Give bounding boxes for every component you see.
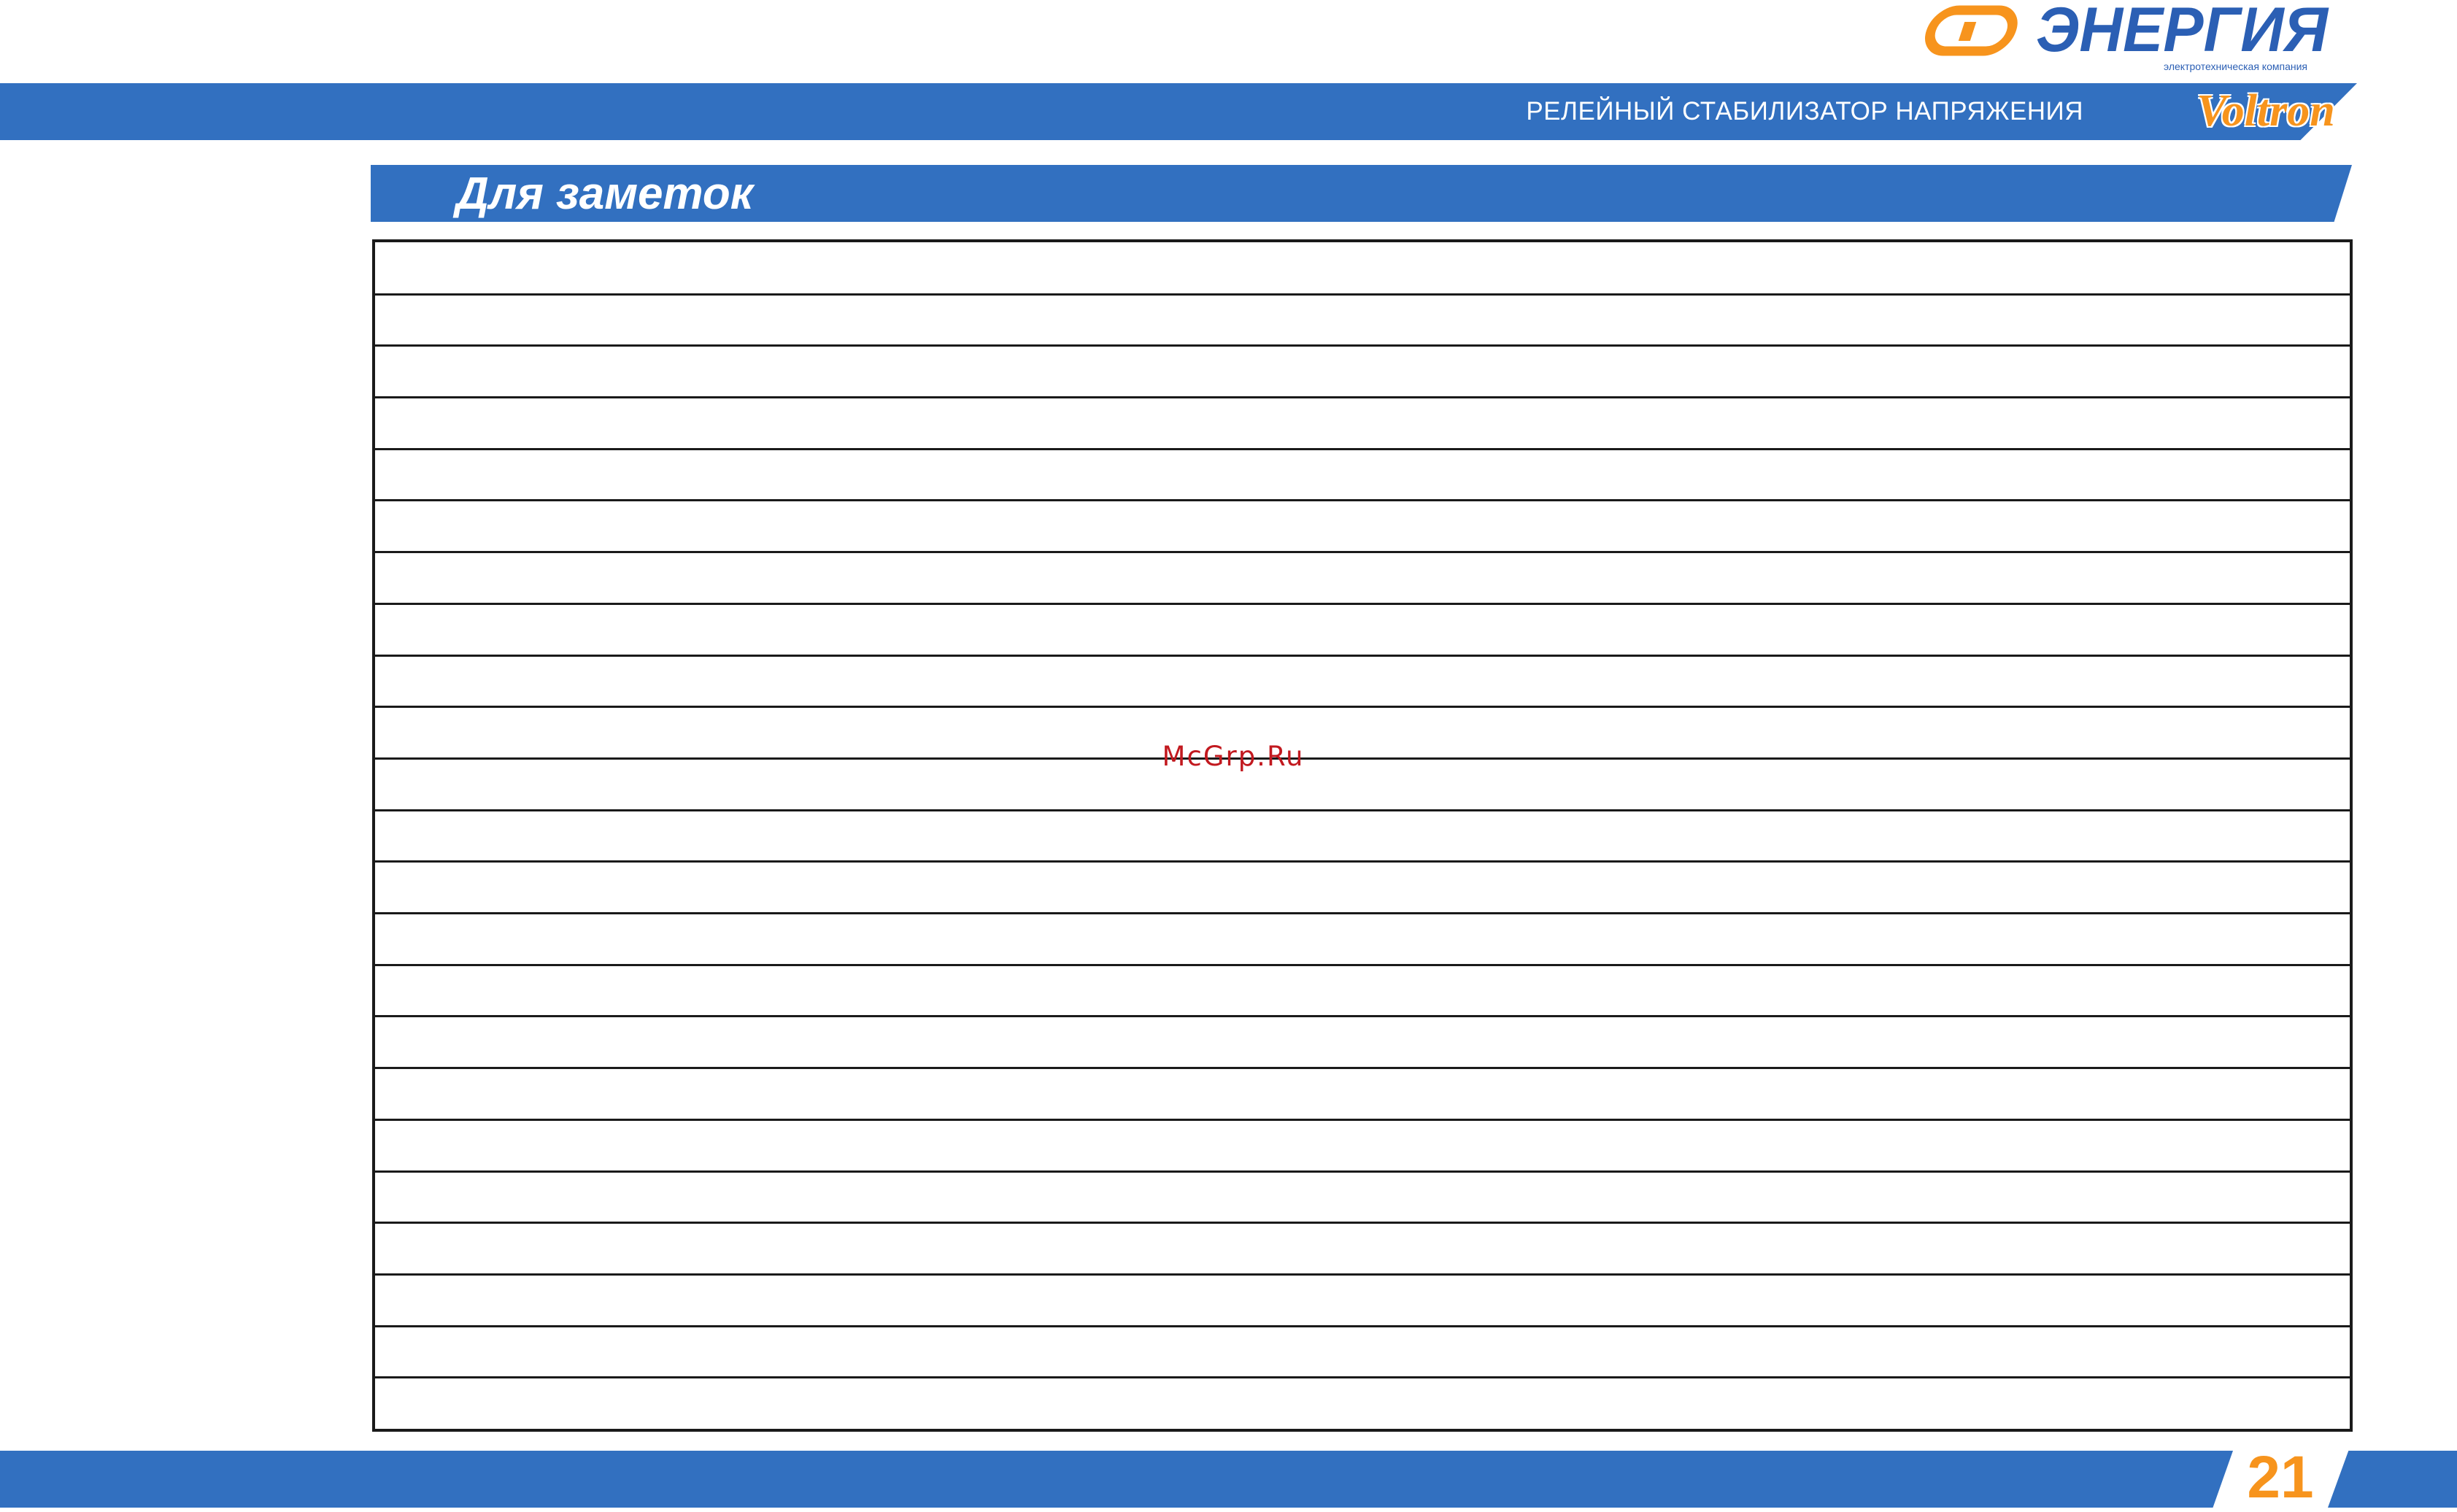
note-line: [375, 1222, 2350, 1224]
note-line: [375, 603, 2350, 605]
note-line: [375, 1119, 2350, 1121]
note-line: [375, 809, 2350, 811]
watermark: McGrp.Ru: [1162, 740, 1305, 772]
note-line: [375, 964, 2350, 966]
note-line: [375, 1376, 2350, 1378]
note-line: [375, 396, 2350, 398]
footer-band-right: [2328, 1451, 2457, 1508]
note-line: [375, 757, 2350, 760]
note-line: [375, 655, 2350, 657]
note-line: [375, 1325, 2350, 1327]
page-number: 21: [2247, 1444, 2314, 1511]
company-logo: ЭНЕРГИЯ электротехническая компания: [1919, 0, 2342, 79]
notes-area: [372, 239, 2353, 1432]
footer-band: [0, 1451, 2233, 1508]
note-line: [375, 293, 2350, 296]
section-title: Для заметок: [456, 168, 754, 219]
logo-emblem-icon: [1925, 5, 2018, 56]
note-line: [375, 706, 2350, 708]
note-line: [375, 912, 2350, 914]
note-line: [375, 551, 2350, 553]
note-line: [375, 344, 2350, 347]
note-line: [375, 499, 2350, 501]
company-name: ЭНЕРГИЯ: [2036, 0, 2329, 65]
note-line: [375, 448, 2350, 450]
document-subtitle: РЕЛЕЙНЫЙ СТАБИЛИЗАТОР НАПРЯЖЕНИЯ: [1526, 97, 2083, 126]
note-line: [375, 1170, 2350, 1173]
note-line: [375, 1067, 2350, 1069]
product-brand-logo: Voltron: [2196, 85, 2335, 136]
note-line: [375, 1015, 2350, 1017]
company-tagline: электротехническая компания: [2164, 61, 2307, 72]
note-line: [375, 1273, 2350, 1276]
note-line: [375, 860, 2350, 863]
